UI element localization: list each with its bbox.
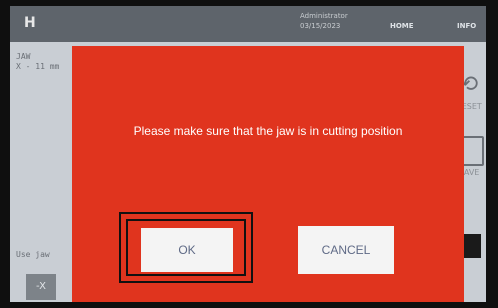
jaw-position: X - 11 mm [16, 62, 60, 71]
jaw-label: JAW [16, 52, 31, 61]
home-button[interactable]: HOME [390, 22, 414, 30]
user-date: 03/15/2023 [300, 22, 341, 30]
app-logo: H [24, 15, 36, 31]
use-jaw-text: Use jaw [16, 250, 50, 259]
device-screen: H Administrator 03/15/2023 HOME INFO JAW… [10, 6, 486, 302]
info-button[interactable]: INFO [457, 22, 476, 30]
user-info: Administrator 03/15/2023 [300, 11, 348, 31]
minus-x-button[interactable]: -X [26, 274, 56, 300]
cancel-button[interactable]: CANCEL [298, 226, 394, 274]
user-name: Administrator [300, 12, 348, 20]
confirmation-dialog: Please make sure that the jaw is in cutt… [72, 46, 464, 302]
ok-button[interactable]: OK [141, 228, 233, 272]
top-bar: H Administrator 03/15/2023 HOME INFO [10, 6, 486, 42]
dialog-message: Please make sure that the jaw is in cutt… [133, 124, 403, 138]
